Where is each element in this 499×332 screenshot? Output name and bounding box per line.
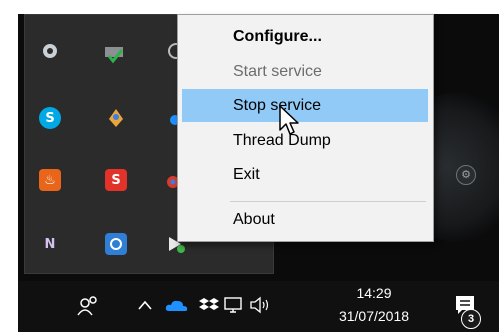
notification-count-badge: 3 <box>461 309 481 329</box>
scribble-s-icon[interactable]: S <box>105 169 127 191</box>
menu-item-thread-dump[interactable]: Thread Dump <box>182 124 428 157</box>
menu-separator <box>230 201 426 202</box>
onedrive-icon[interactable] <box>164 295 190 315</box>
menu-item-configure[interactable]: Configure... <box>182 20 428 53</box>
menu-item-about[interactable]: About <box>182 203 428 236</box>
menu-item-exit[interactable]: Exit <box>182 158 428 191</box>
menu-item-stop-service[interactable]: Stop service <box>182 89 428 122</box>
maps-pin-icon[interactable] <box>105 107 127 129</box>
skype-icon[interactable]: S <box>39 107 61 129</box>
gear-icon[interactable]: ⚙ <box>456 165 476 185</box>
onenote-icon[interactable]: N <box>39 233 61 255</box>
drive-check-icon[interactable] <box>103 42 125 64</box>
context-menu: Configure... Start service Stop service … <box>177 14 434 242</box>
clock-time[interactable]: 14:29 <box>334 285 414 301</box>
java-icon[interactable]: ♨ <box>39 169 61 191</box>
chevron-up-icon[interactable] <box>135 295 155 315</box>
clock-date[interactable]: 31/07/2018 <box>327 308 421 324</box>
volume-icon[interactable] <box>248 294 274 316</box>
dropbox-icon[interactable] <box>198 295 220 315</box>
satellite-icon[interactable] <box>39 40 61 62</box>
network-icon[interactable] <box>222 294 244 316</box>
menu-item-start-service: Start service <box>233 63 322 80</box>
people-icon[interactable] <box>75 293 101 319</box>
sync-icon[interactable] <box>105 233 127 255</box>
mouse-pointer-icon <box>279 105 299 135</box>
taskbar: 14:29 31/07/2018 <box>18 281 499 332</box>
